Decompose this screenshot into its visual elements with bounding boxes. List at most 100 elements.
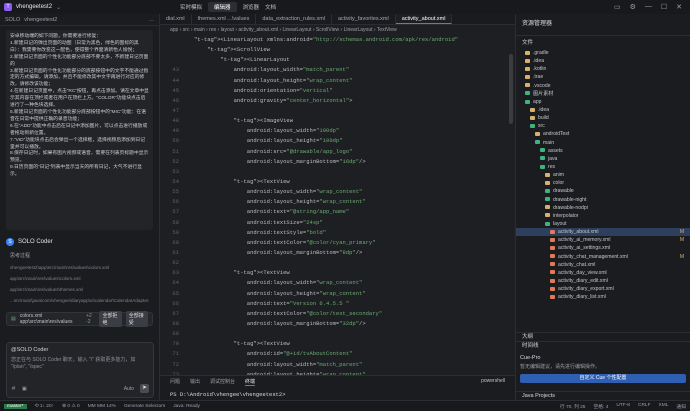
memory-status[interactable]: MM MM 14%	[88, 404, 116, 409]
tab-problems[interactable]: 问题	[170, 378, 180, 386]
code-line[interactable]: 47	[160, 106, 515, 116]
code-text[interactable]: android:text="Version 6.4.5.5 "	[194, 299, 349, 309]
code-line[interactable]: 44 android:layout_height="wrap_content"	[160, 76, 515, 86]
branch-indicator[interactable]: master*	[4, 403, 27, 409]
code-line[interactable]: 53	[160, 167, 515, 177]
code-line[interactable]: 51 android:src="@drawable/app_logo"	[160, 147, 515, 157]
language-mode[interactable]: XML	[659, 403, 669, 410]
code-text[interactable]: android:src="@drawable/app_logo"	[194, 147, 353, 157]
tree-folder[interactable]: drawable	[516, 187, 690, 195]
tab-browser[interactable]: 浏览器	[243, 3, 260, 11]
send-button[interactable]: ➤	[140, 384, 149, 393]
code-text[interactable]: android:layout_marginBottom="16dp"/>	[194, 157, 366, 167]
tree-folder[interactable]: 图片素材	[516, 90, 690, 98]
code-text[interactable]: android:gravity="center_horizontal">	[194, 96, 353, 106]
tree-file[interactable]: activity_day_view.xml	[516, 269, 690, 277]
code-line[interactable]: "t-tag"><LinearLayout xmlns:android="htt…	[160, 35, 515, 45]
code-line[interactable]: 56 android:layout_height="wrap_content"	[160, 197, 515, 207]
tree-folder[interactable]: main	[516, 139, 690, 147]
encoding[interactable]: UTF-8	[616, 403, 630, 410]
tree-folder[interactable]: .gradle	[516, 49, 690, 57]
tree-folder[interactable]: drawable-night	[516, 196, 690, 204]
editor-scrollbar[interactable]	[509, 54, 513, 124]
editor-tab[interactable]: activity_favorites.xml	[332, 14, 396, 24]
tree-folder[interactable]: java	[516, 155, 690, 163]
code-text[interactable]: "t-tag"><TextView	[194, 339, 290, 349]
code-line[interactable]: 59 android:textStyle="bold"	[160, 228, 515, 238]
line-ending[interactable]: CRLF	[638, 403, 651, 410]
editor-tab[interactable]: dial.xml	[160, 14, 192, 24]
tree-file[interactable]: activity_ai_settings.xml	[516, 244, 690, 252]
code-text[interactable]: android:layout_height="wrap_content"	[194, 197, 366, 207]
code-text[interactable]: "t-tag"><LinearLayout	[194, 55, 289, 65]
mode-select[interactable]: Auto	[124, 386, 134, 392]
tree-folder[interactable]: build	[516, 114, 690, 122]
tree-folder[interactable]: anim	[516, 171, 690, 179]
cursor-position[interactable]: 行 70, 列 25	[560, 403, 586, 410]
code-line[interactable]: 50 android:layout_height="100dp"	[160, 136, 515, 146]
tab-live-preview[interactable]: 实时模拟	[180, 3, 202, 11]
code-text[interactable]: android:textColor="@color/cyan_primary"	[194, 238, 376, 248]
maximize-button[interactable]: ☐	[661, 3, 667, 11]
tree-file[interactable]: activity_about.xml M	[516, 228, 690, 237]
outline-section[interactable]: 大纲	[516, 332, 690, 341]
code-line[interactable]: 57 android:text="@string/app_name"	[160, 207, 515, 217]
code-text[interactable]: android:layout_width="match_parent"	[194, 65, 350, 75]
tree-folder[interactable]: .vscode	[516, 82, 690, 90]
accept-all-button[interactable]: 全部接受	[125, 311, 148, 327]
code-text[interactable]: android:layout_width="wrap_content"	[194, 187, 363, 197]
code-line[interactable]: 48 "t-tag"><ImageView	[160, 116, 515, 126]
settings-icon[interactable]: ⚙	[630, 3, 636, 11]
code-text[interactable]: "t-tag"><TextView	[194, 268, 290, 278]
code-line[interactable]: 66 android:text="Version 6.4.5.5 "	[160, 299, 515, 309]
code-text[interactable]: "t-tag"><TextView	[194, 177, 290, 187]
code-text[interactable]: android:layout_marginBottom="32dp"/>	[194, 319, 366, 329]
sync-status[interactable]: ⟲ 1↓ 20↑	[35, 404, 55, 409]
chat-input[interactable]: @SOLO Coder 您正在与 SOLO Coder 聊天，输入 "/" 获取…	[6, 342, 154, 398]
code-line[interactable]: 65 android:layout_height="wrap_content"	[160, 289, 515, 299]
tree-folder[interactable]: assets	[516, 147, 690, 155]
tree-folder[interactable]: interpolator	[516, 212, 690, 220]
code-line[interactable]: 46 android:gravity="center_horizontal">	[160, 96, 515, 106]
reject-all-button[interactable]: 全部拒绝	[99, 311, 122, 327]
tree-file[interactable]: activity_diary_list.xml	[516, 293, 690, 301]
tree-folder[interactable]: layout	[516, 220, 690, 228]
breadcrumb[interactable]: app › src › main › res › layout › activi…	[160, 25, 515, 35]
code-text[interactable]: android:orientation="vertical"	[194, 86, 333, 96]
tree-folder[interactable]: res	[516, 163, 690, 171]
indent-setting[interactable]: 空格: 4	[593, 403, 608, 410]
code-line[interactable]: "t-tag"><ScrollView	[160, 45, 515, 55]
changed-file-label[interactable]: colors.xml app\src\main\res\values	[20, 313, 82, 325]
minimize-button[interactable]: —	[645, 3, 652, 11]
code-text[interactable]: android:layout_height="wrap_content"	[194, 76, 353, 86]
attach-image-icon[interactable]: ▣	[22, 386, 27, 392]
timeline-section[interactable]: 时间线	[516, 341, 690, 350]
code-text[interactable]: android:textSize="24sp"	[194, 218, 323, 228]
cue-config-button[interactable]: 自定义 Cue 个性配置	[520, 374, 686, 383]
code-line[interactable]: 68 android:layout_marginBottom="32dp"/>	[160, 319, 515, 329]
code-line[interactable]: 54 "t-tag"><TextView	[160, 177, 515, 187]
code-line[interactable]: 64 android:layout_width="wrap_content"	[160, 278, 515, 288]
chat-project-label[interactable]: vhengeetest2	[24, 17, 57, 23]
tab-output[interactable]: 输出	[190, 378, 200, 386]
code-text[interactable]: android:text="@string/app_name"	[194, 207, 349, 217]
code-line[interactable]: 71 android:id="@+id/tvAboutContent"	[160, 349, 515, 359]
editor-tab-active[interactable]: activity_about.xml	[395, 14, 453, 24]
tree-folder[interactable]: color	[516, 179, 690, 187]
layout-icon[interactable]: ▭	[614, 3, 621, 11]
code-text[interactable]: android:textStyle="bold"	[194, 228, 326, 238]
code-text[interactable]: "t-tag"><ScrollView	[194, 45, 270, 55]
java-status[interactable]: Java: Ready	[173, 404, 200, 409]
tree-file[interactable]: activity_ai_memory.xml M	[516, 236, 690, 244]
generate-selectors[interactable]: Generate Selectors	[124, 404, 165, 409]
tree-folder[interactable]: .kotlin	[516, 65, 690, 73]
code-line[interactable]: 62	[160, 258, 515, 268]
chevron-down-icon[interactable]: ⌄	[56, 4, 61, 11]
code-line[interactable]: 61 android:layout_marginBottom="8dp"/>	[160, 248, 515, 258]
code-text[interactable]: "t-tag"><LinearLayout xmlns:android="htt…	[194, 35, 458, 45]
java-projects-section[interactable]: Java Projects	[516, 391, 690, 400]
input-placeholder[interactable]: 您正在与 SOLO Coder 聊天，输入 "/" 获取更多能力，如 "/pla…	[11, 357, 149, 371]
code-line[interactable]: 55 android:layout_width="wrap_content"	[160, 187, 515, 197]
tree-file[interactable]: activity_diary_export.xml	[516, 285, 690, 293]
tree-folder[interactable]: androidTest	[516, 130, 690, 138]
